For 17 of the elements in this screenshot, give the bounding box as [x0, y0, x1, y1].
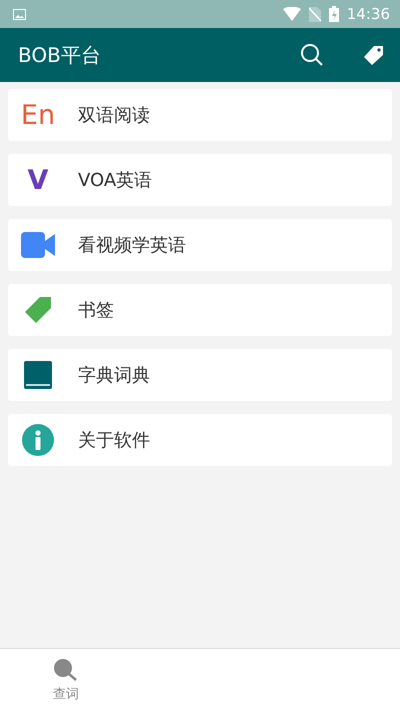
no-sim-icon [308, 6, 321, 22]
logo-icon: V [28, 166, 48, 194]
menu-item[interactable]: 看视频学英语 [8, 219, 392, 271]
wifi-icon [282, 7, 301, 21]
logo-icon: En [20, 102, 56, 128]
app-title: BOB平台 [18, 42, 102, 68]
search-icon [300, 43, 324, 67]
menu-item[interactable]: 书签 [8, 284, 392, 336]
menu-item[interactable]: 字典词典 [8, 349, 392, 401]
magnifier-icon [53, 658, 79, 682]
tag-icon [362, 45, 384, 65]
menu-item[interactable]: En 双语阅读 [8, 89, 392, 141]
menu-item[interactable]: 关于软件 [8, 414, 392, 466]
image-icon [13, 8, 26, 20]
battery-icon [328, 6, 339, 22]
status-time: 14:36 [346, 5, 390, 23]
menu-item[interactable]: V VOA英语 [8, 154, 392, 206]
